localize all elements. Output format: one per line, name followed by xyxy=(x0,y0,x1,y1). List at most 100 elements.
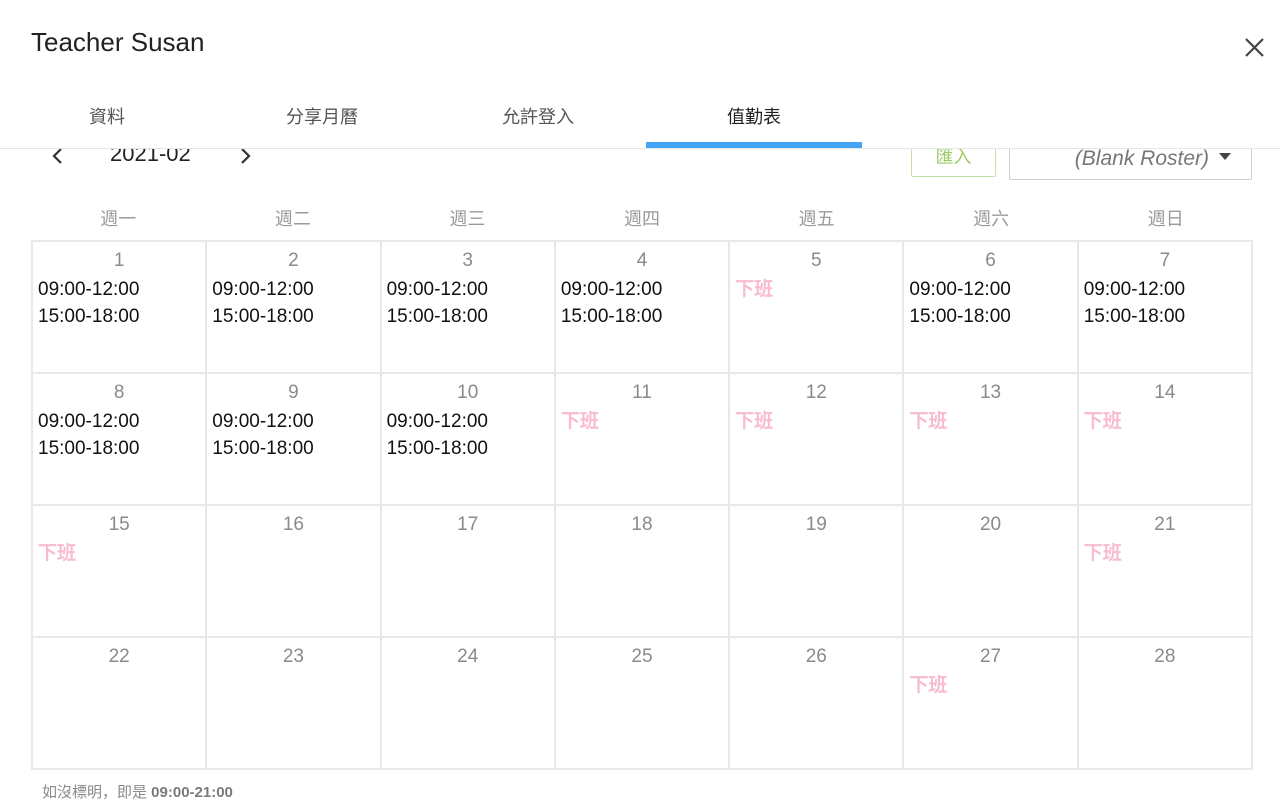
shift-time: 15:00-18:00 xyxy=(386,438,488,459)
calendar-day-cell[interactable]: 18 xyxy=(555,506,731,638)
calendar-day-cell[interactable]: 19 xyxy=(730,506,905,638)
weekday-thu: 週四 xyxy=(624,209,661,229)
chevron-left-icon xyxy=(52,149,62,164)
weekday-sun: 週日 xyxy=(1147,209,1184,229)
calendar-day-cell[interactable]: 15 下班 xyxy=(33,506,208,638)
calendar-day-cell[interactable]: 22 xyxy=(33,638,208,770)
day-number: 11 xyxy=(632,382,652,403)
calendar-day-cell[interactable]: 16 xyxy=(207,506,382,638)
day-number: 13 xyxy=(979,382,1002,403)
roster-toolbar: 2021-02 匯入 (Blank Roster) xyxy=(0,149,1280,189)
calendar-day-cell[interactable]: 25 xyxy=(555,638,731,770)
calendar-day-cell[interactable]: 7 09:00-12:00 15:00-18:00 xyxy=(1078,242,1253,374)
tab-roster[interactable]: 值勤表 xyxy=(646,90,862,145)
weekday-header: 週一 週二 週三 週四 週五 週六 週日 xyxy=(31,204,1253,234)
calendar-day-cell[interactable]: 14 下班 xyxy=(1078,374,1253,506)
day-entries: 09:00-12:00 15:00-18:00 xyxy=(561,276,726,330)
day-number: 7 xyxy=(1159,250,1171,271)
calendar-day-cell[interactable]: 8 09:00-12:00 15:00-18:00 xyxy=(33,374,208,506)
calendar-day-cell[interactable]: 4 09:00-12:00 15:00-18:00 xyxy=(555,242,731,374)
roster-select-value: (Blank Roster) xyxy=(1074,149,1209,170)
previous-month-button[interactable] xyxy=(44,149,70,169)
footer-note-text: 如沒標明，即是 xyxy=(42,784,152,801)
off-duty-label: 下班 xyxy=(909,675,948,696)
weekday-sat: 週六 xyxy=(973,209,1010,229)
day-number: 22 xyxy=(108,646,130,667)
weekday-fri: 週五 xyxy=(798,209,835,229)
calendar-day-cell[interactable]: 10 09:00-12:00 15:00-18:00 xyxy=(381,374,556,506)
day-entries: 下班 xyxy=(561,408,726,435)
calendar-day-cell[interactable]: 1 09:00-12:00 15:00-18:00 xyxy=(33,242,208,374)
shift-time: 09:00-12:00 xyxy=(560,279,663,300)
next-month-button[interactable] xyxy=(233,149,259,169)
shift-time: 15:00-18:00 xyxy=(1083,306,1186,327)
day-entries: 下班 xyxy=(735,276,900,303)
calendar-day-cell[interactable]: 12 下班 xyxy=(730,374,905,506)
day-number: 19 xyxy=(805,514,827,535)
calendar-day-cell[interactable]: 6 09:00-12:00 15:00-18:00 xyxy=(904,242,1079,374)
calendar-day-cell[interactable]: 2 09:00-12:00 15:00-18:00 xyxy=(207,242,382,374)
day-number: 23 xyxy=(282,646,304,667)
shift-time: 15:00-18:00 xyxy=(38,438,140,459)
shift-time: 15:00-18:00 xyxy=(212,438,314,459)
weekday-mon: 週一 xyxy=(100,209,137,229)
day-number: 25 xyxy=(631,646,653,667)
day-number: 24 xyxy=(457,646,479,667)
roster-template-select[interactable]: (Blank Roster) xyxy=(1009,149,1252,180)
shift-time: 09:00-12:00 xyxy=(386,411,488,432)
day-number: 8 xyxy=(113,382,125,403)
day-number: 14 xyxy=(1154,382,1176,403)
day-number: 16 xyxy=(282,514,304,535)
day-number: 18 xyxy=(631,514,653,535)
day-number: 9 xyxy=(288,382,299,403)
calendar-day-cell[interactable]: 23 xyxy=(207,638,382,770)
day-entries: 09:00-12:00 15:00-18:00 xyxy=(212,276,377,330)
shift-time: 15:00-18:00 xyxy=(909,306,1011,327)
calendar-day-cell[interactable]: 9 09:00-12:00 15:00-18:00 xyxy=(207,374,382,506)
day-number: 17 xyxy=(457,514,479,535)
off-duty-label: 下班 xyxy=(560,411,599,432)
day-number: 12 xyxy=(805,382,827,403)
day-number: 15 xyxy=(108,514,130,535)
tab-share-calendar[interactable]: 分享月曆 xyxy=(214,90,430,145)
shift-time: 09:00-12:00 xyxy=(909,279,1011,300)
caret-down-icon xyxy=(1219,153,1231,160)
day-entries: 下班 xyxy=(1084,540,1249,567)
day-entries: 09:00-12:00 15:00-18:00 xyxy=(387,276,552,330)
off-duty-label: 下班 xyxy=(909,411,948,432)
day-entries: 09:00-12:00 15:00-18:00 xyxy=(38,276,203,330)
day-number: 28 xyxy=(1154,646,1176,667)
day-entries: 下班 xyxy=(38,540,203,567)
calendar-day-cell[interactable]: 17 xyxy=(381,506,556,638)
calendar-day-cell[interactable]: 27 下班 xyxy=(904,638,1079,770)
calendar-day-cell[interactable]: 13 下班 xyxy=(904,374,1079,506)
calendar-day-cell[interactable]: 3 09:00-12:00 15:00-18:00 xyxy=(381,242,556,374)
footer-note: 如沒標明，即是 09:00-21:00 xyxy=(42,784,233,802)
calendar-day-cell[interactable]: 5 下班 xyxy=(730,242,905,374)
day-entries: 09:00-12:00 15:00-18:00 xyxy=(909,276,1074,330)
day-number: 21 xyxy=(1154,514,1176,535)
close-button[interactable] xyxy=(1240,32,1270,62)
shift-time: 15:00-18:00 xyxy=(386,306,488,327)
day-number: 20 xyxy=(979,514,1002,535)
shift-time: 09:00-12:00 xyxy=(212,411,314,432)
window-title: Teacher Susan xyxy=(31,27,205,57)
calendar-day-cell[interactable]: 28 xyxy=(1078,638,1253,770)
calendar-day-cell[interactable]: 20 xyxy=(904,506,1079,638)
active-tab-indicator xyxy=(646,142,862,148)
tab-info[interactable]: 資料 xyxy=(0,90,214,145)
day-entries: 09:00-12:00 15:00-18:00 xyxy=(387,408,552,462)
calendar-day-cell[interactable]: 11 下班 xyxy=(555,374,731,506)
shift-time: 15:00-18:00 xyxy=(560,306,663,327)
calendar-day-cell[interactable]: 21 下班 xyxy=(1078,506,1253,638)
import-button[interactable]: 匯入 xyxy=(911,149,996,177)
shift-time: 15:00-18:00 xyxy=(212,306,314,327)
calendar-day-cell[interactable]: 26 xyxy=(730,638,905,770)
day-number: 6 xyxy=(985,250,996,271)
day-entries: 09:00-12:00 15:00-18:00 xyxy=(1084,276,1249,330)
shift-time: 09:00-12:00 xyxy=(38,279,140,300)
tab-allow-login[interactable]: 允許登入 xyxy=(430,90,646,145)
calendar-day-cell[interactable]: 24 xyxy=(381,638,556,770)
day-number: 2 xyxy=(288,250,299,271)
day-number: 4 xyxy=(636,250,648,271)
